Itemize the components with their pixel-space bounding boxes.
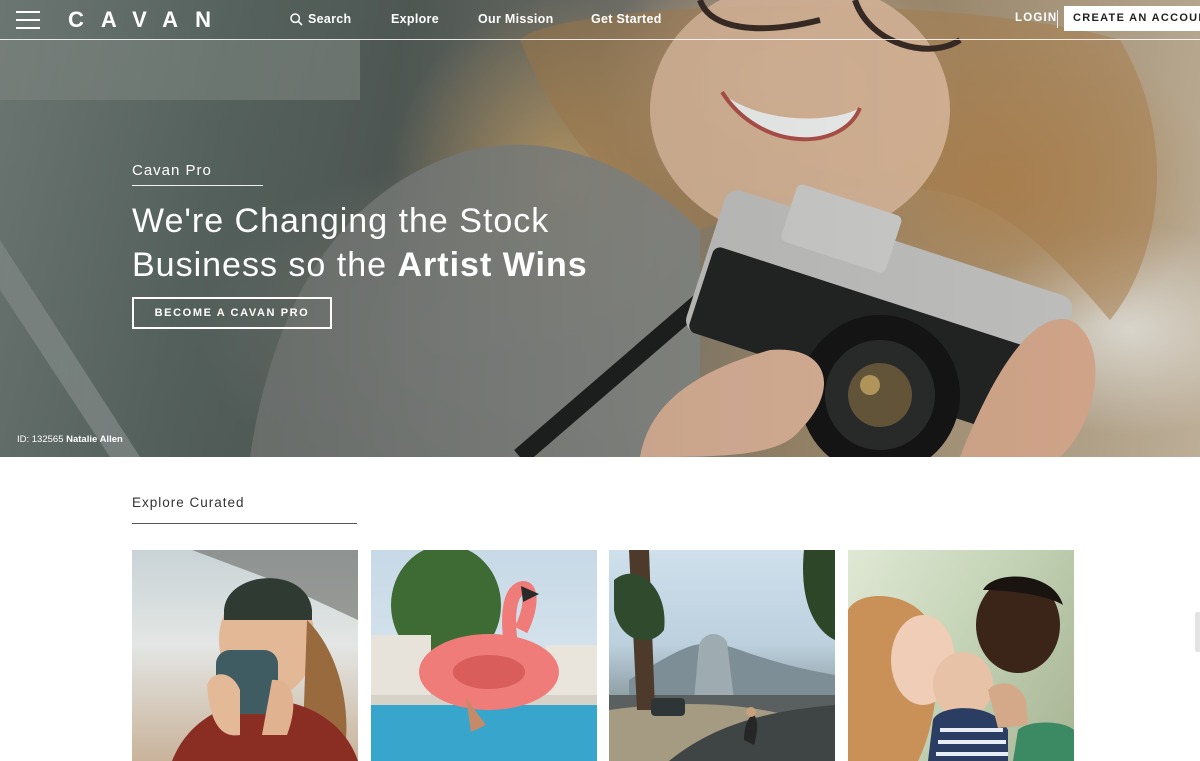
nav-get-started-link[interactable]: Get Started bbox=[591, 12, 662, 26]
top-navigation: CAVAN Search Explore Our Mission Get Sta… bbox=[0, 0, 1200, 40]
curated-image-flamingo-pool bbox=[371, 550, 597, 761]
hero-eyebrow-divider bbox=[132, 185, 263, 186]
hero-headline-line1: We're Changing the Stock bbox=[132, 202, 550, 240]
cavan-logo[interactable]: CAVAN bbox=[68, 7, 228, 33]
photo-credit-id: ID: 132565 bbox=[17, 434, 64, 445]
curated-card-woman-coffee[interactable] bbox=[132, 550, 358, 761]
nav-explore-link[interactable]: Explore bbox=[391, 12, 439, 26]
nav-search-link[interactable]: Search bbox=[290, 12, 352, 26]
curated-card-yosemite-road[interactable] bbox=[609, 550, 835, 761]
curated-image-family-baby bbox=[848, 576, 1074, 761]
curated-image-woman-coffee bbox=[172, 550, 358, 761]
explore-curated-title: Explore Curated bbox=[132, 495, 245, 510]
login-link[interactable]: LOGIN bbox=[1015, 12, 1057, 24]
photo-credit: ID: 132565 Natalie Allen bbox=[17, 434, 123, 445]
search-icon bbox=[290, 12, 303, 26]
hero-headline-emphasis: Artist Wins bbox=[397, 246, 588, 284]
nav-our-mission-link[interactable]: Our Mission bbox=[478, 12, 554, 26]
scrollbar-tab[interactable] bbox=[1195, 612, 1200, 652]
curated-card-family-baby[interactable] bbox=[848, 550, 1074, 761]
hamburger-icon[interactable] bbox=[16, 9, 40, 31]
nav-search-label: Search bbox=[308, 12, 352, 26]
hero-headline: We're Changing the Stock Business so the… bbox=[132, 199, 588, 287]
curated-card-flamingo-pool[interactable] bbox=[371, 550, 597, 761]
nav-divider bbox=[1057, 10, 1058, 28]
hero-headline-line2: Business so the bbox=[132, 246, 398, 284]
curated-image-yosemite-road bbox=[609, 550, 835, 761]
explore-curated-divider bbox=[132, 523, 357, 524]
create-account-button[interactable]: CREATE AN ACCOUNT bbox=[1064, 6, 1200, 31]
hero-eyebrow: Cavan Pro bbox=[132, 162, 212, 179]
photo-credit-author[interactable]: Natalie Allen bbox=[66, 434, 123, 445]
become-cavan-pro-button[interactable]: BECOME A CAVAN PRO bbox=[132, 297, 332, 329]
